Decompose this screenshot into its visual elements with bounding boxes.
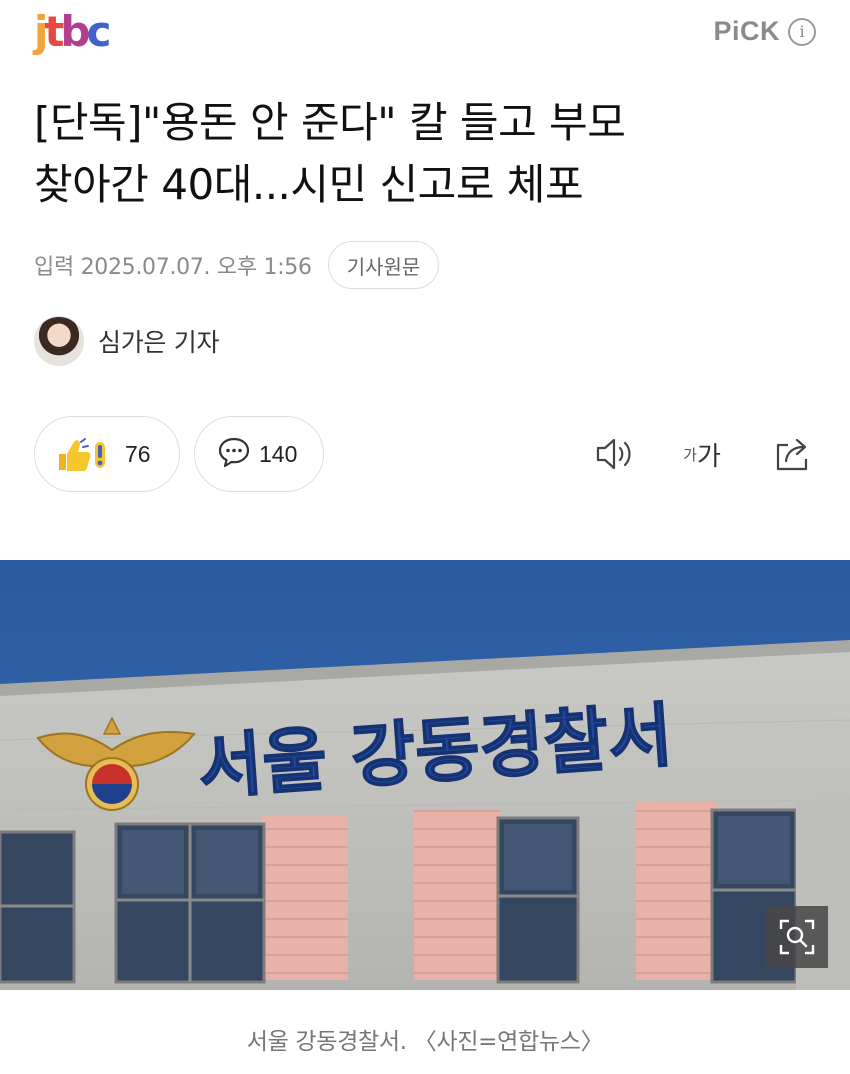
zoom-icon[interactable] bbox=[766, 906, 828, 968]
publish-date: 입력 2025.07.07. 오후 1:56 bbox=[34, 255, 312, 280]
photo-caption: 서울 강동경찰서. 〈사진=연합뉴스〉 bbox=[246, 1029, 604, 1055]
share-icon[interactable] bbox=[768, 430, 816, 478]
logo-letter-j: j bbox=[34, 7, 49, 56]
reporter[interactable]: 심가은 기자 bbox=[34, 316, 219, 366]
article-headline: [단독]"용돈 안 준다" 칼 들고 부모 찾아간 40대...시민 신고로 체… bbox=[34, 92, 814, 216]
reporter-avatar bbox=[34, 316, 84, 366]
headline-line-2: 찾아간 40대...시민 신고로 체포 bbox=[34, 160, 584, 209]
article-photo[interactable]: 서울 강동경찰서 bbox=[0, 560, 850, 990]
article-meta: 입력 2025.07.07. 오후 1:56 기사원문 bbox=[34, 240, 440, 290]
reaction-button[interactable]: 76 bbox=[34, 416, 180, 492]
logo-letter-t: t bbox=[44, 7, 64, 56]
top-bar: j t b c PiCK i bbox=[0, 0, 850, 70]
font-size-big-label: 가 bbox=[696, 441, 721, 472]
headline-line-1: [단독]"용돈 안 준다" 칼 들고 부모 bbox=[34, 98, 626, 147]
reaction-count: 76 bbox=[125, 440, 151, 467]
jtbc-logo[interactable]: j t b c bbox=[34, 7, 112, 56]
speech-bubble-icon bbox=[217, 435, 251, 473]
comment-count: 140 bbox=[259, 440, 298, 467]
thumbs-up-and-exclaim-icon bbox=[53, 434, 117, 474]
article-actions: 76 140 가 가 bbox=[34, 416, 816, 492]
info-icon[interactable]: i bbox=[788, 17, 816, 46]
original-article-button[interactable]: 기사원문 bbox=[327, 241, 440, 289]
font-size-icon[interactable]: 가 가 bbox=[672, 430, 732, 478]
comment-button[interactable]: 140 bbox=[194, 416, 324, 492]
pick-label: PiCK bbox=[713, 16, 780, 46]
logo-letter-b: b bbox=[60, 7, 90, 56]
logo-letter-c: c bbox=[86, 7, 112, 56]
speaker-icon[interactable] bbox=[590, 430, 638, 478]
reporter-name: 심가은 기자 bbox=[98, 328, 220, 357]
font-size-small-label: 가 bbox=[683, 445, 697, 464]
pick-badge[interactable]: PiCK i bbox=[713, 16, 816, 47]
